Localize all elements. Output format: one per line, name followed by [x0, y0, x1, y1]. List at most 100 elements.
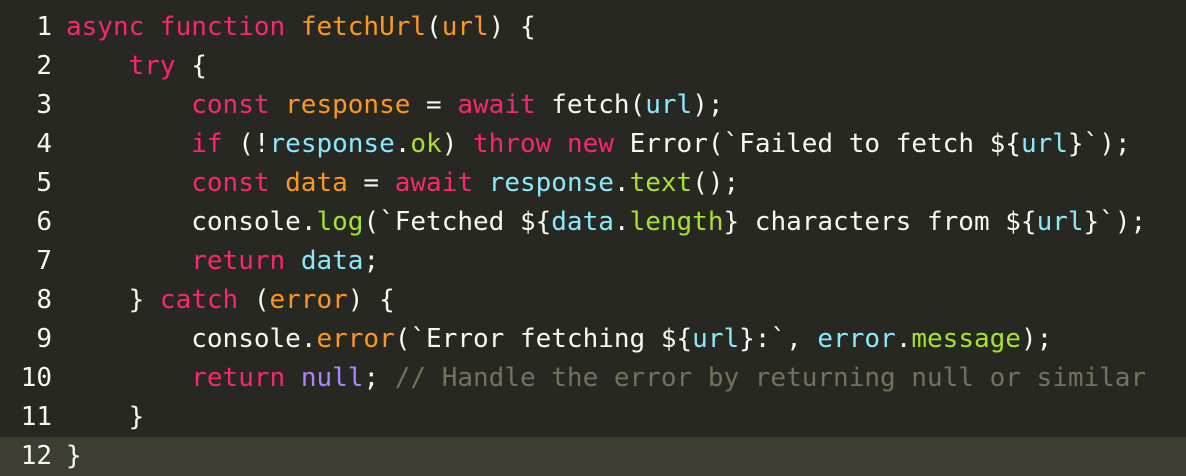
line-number: 1: [36, 12, 52, 42]
code-line[interactable]: 12}: [0, 437, 1186, 476]
code-token: console: [191, 324, 301, 354]
code-token: error: [316, 324, 395, 354]
code-token: await: [457, 90, 552, 120]
code-token: try: [128, 51, 176, 81]
line-number: 8: [36, 285, 52, 315]
code-token: =: [347, 168, 395, 198]
code-token: length: [629, 207, 724, 237]
line-number: 12: [20, 441, 52, 471]
code-token: .: [300, 207, 317, 237]
code-token: async: [66, 12, 160, 42]
code-token: ) {: [488, 12, 536, 42]
code-token: );: [692, 90, 724, 120]
code-token: }: [66, 402, 145, 432]
code-token: data: [551, 207, 614, 237]
code-token: }`);: [1067, 129, 1131, 159]
code-token: (`Fetched ${: [363, 207, 552, 237]
code-token: .: [394, 129, 411, 159]
line-number: 7: [36, 246, 52, 276]
code-line[interactable]: 9 console.error(`Error fetching ${url}:`…: [0, 320, 1186, 359]
code-text[interactable]: return data;: [66, 242, 379, 281]
code-token: Error: [629, 129, 708, 159]
code-line[interactable]: 3 const response = await fetch(url);: [0, 86, 1186, 125]
line-number: 4: [36, 129, 52, 159]
line-number: 2: [36, 51, 52, 81]
code-token: .: [613, 168, 630, 198]
code-line[interactable]: 2 try {: [0, 47, 1186, 86]
code-token: }: [66, 441, 82, 471]
code-token: ) {: [347, 285, 395, 315]
code-token: const: [191, 168, 286, 198]
code-token: ;: [363, 363, 395, 393]
code-text[interactable]: return null; // Handle the error by retu…: [66, 359, 1146, 398]
code-token: text: [629, 168, 693, 198]
code-token: (: [253, 285, 270, 315]
code-line[interactable]: 1 async function fetchUrl(url) {: [0, 8, 1186, 47]
code-token: const: [191, 90, 286, 120]
code-token: error: [817, 324, 896, 354]
code-line[interactable]: 4 if (!response.ok) throw new Error(`Fai…: [0, 125, 1186, 164]
code-text[interactable]: try {: [66, 47, 207, 86]
code-token: (`Error fetching ${: [394, 324, 693, 354]
line-number: 3: [36, 90, 52, 120]
code-token: return: [191, 363, 301, 393]
code-token: =: [410, 90, 458, 120]
code-token: }`);: [1083, 207, 1147, 237]
code-token: response: [269, 129, 395, 159]
code-token: url: [441, 12, 489, 42]
code-token: }:`,: [739, 324, 818, 354]
code-token: error: [269, 285, 348, 315]
code-token: return: [191, 246, 301, 276]
code-token: if: [191, 129, 239, 159]
code-text[interactable]: console.log(`Fetched ${data.length} char…: [66, 203, 1146, 242]
line-number: 10: [20, 363, 52, 393]
code-token: ;: [363, 246, 380, 276]
code-token: );: [1020, 324, 1053, 354]
code-line[interactable]: 7 return data;: [0, 242, 1186, 281]
code-editor[interactable]: 1 async function fetchUrl(url) {2 try {3 …: [0, 0, 1186, 476]
code-token: url: [692, 324, 740, 354]
code-token: url: [645, 90, 693, 120]
code-token: (: [426, 12, 442, 42]
line-number: 9: [36, 324, 52, 354]
code-line[interactable]: 6 console.log(`Fetched ${data.length} ch…: [0, 203, 1186, 242]
code-token: // Handle the error by returning null or…: [394, 363, 1147, 393]
code-line[interactable]: 10 return null; // Handle the error by r…: [0, 359, 1186, 398]
code-text[interactable]: const response = await fetch(url);: [66, 86, 724, 125]
code-line[interactable]: 11 }: [0, 398, 1186, 437]
code-text[interactable]: }: [66, 437, 82, 476]
code-line[interactable]: 8 } catch (error) {: [0, 281, 1186, 320]
code-token: ): [441, 129, 474, 159]
code-text[interactable]: console.error(`Error fetching ${url}:`, …: [66, 320, 1052, 359]
code-token: url: [1036, 207, 1084, 237]
code-token: (!: [238, 129, 270, 159]
code-line[interactable]: 5 const data = await response.text();: [0, 164, 1186, 203]
code-token: throw: [473, 129, 567, 159]
line-number: 5: [36, 168, 52, 198]
line-number: 6: [36, 207, 52, 237]
code-token: data: [300, 246, 364, 276]
code-token: url: [1020, 129, 1068, 159]
code-token: function: [159, 12, 301, 42]
code-text[interactable]: async function fetchUrl(url) {: [66, 8, 536, 47]
code-token: .: [300, 324, 317, 354]
code-token: log: [316, 207, 364, 237]
code-token: await: [394, 168, 489, 198]
code-token: catch: [159, 285, 254, 315]
code-text[interactable]: const data = await response.text();: [66, 164, 739, 203]
code-token: .: [613, 207, 630, 237]
code-token: response: [285, 90, 411, 120]
code-text[interactable]: if (!response.ok) throw new Error(`Faile…: [66, 125, 1131, 164]
code-text[interactable]: }: [66, 398, 145, 437]
code-token: (: [629, 90, 646, 120]
code-token: (`Failed to fetch ${: [707, 129, 1021, 159]
code-token: message: [911, 324, 1021, 354]
code-token: {: [175, 51, 207, 81]
code-text[interactable]: } catch (error) {: [66, 281, 395, 320]
